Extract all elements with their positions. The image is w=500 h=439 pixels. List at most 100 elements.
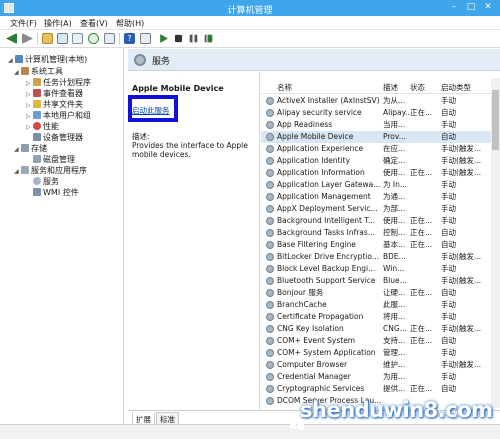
tree-item-services-and-applications[interactable]: ◢ 服务和应用程序 <box>14 165 87 176</box>
chevron-down-icon[interactable]: ◢ <box>8 55 15 66</box>
service-description-cell: 此服... <box>383 300 406 309</box>
service-row[interactable]: ActiveX Installer (AxInstSV) 为从... 手动 <box>261 95 500 107</box>
column-header-status[interactable]: 状态 <box>410 82 425 93</box>
column-header-description[interactable]: 描述 <box>383 82 398 93</box>
tree-item-system-tools[interactable]: ◢ 系统工具 <box>14 66 63 77</box>
service-row[interactable]: Background Tasks Infras... 控制... 正在... 自动 <box>261 227 500 239</box>
tree-item-services[interactable]: 服务 <box>33 176 59 187</box>
service-status-cell: 正在... <box>410 168 433 177</box>
service-row[interactable]: Credential Manager 为用... 手动 <box>261 371 500 383</box>
service-row[interactable]: Application Layer Gatewa... 为 In... 手动 <box>261 179 500 191</box>
help-icon[interactable]: ? <box>124 33 135 44</box>
service-row[interactable]: CNG Key Isolation CNG... 正在... 手动(触发... <box>261 323 500 335</box>
show-hide-tree-icon[interactable] <box>57 33 68 44</box>
service-name-cell: Alipay security service <box>277 108 362 117</box>
service-gear-icon <box>266 373 274 381</box>
tree-item-computer-management[interactable]: ◢ 计算机管理(本地) <box>8 54 87 65</box>
tree-item-performance[interactable]: ▷ 性能 <box>26 121 59 132</box>
service-row[interactable]: Application Information 使用... 正在... 手动(触发..… <box>261 167 500 179</box>
service-row[interactable]: Cryptographic Services 提供... 正在... 自动 <box>261 383 500 395</box>
minimize-button[interactable]: – <box>446 1 462 14</box>
refresh-icon[interactable] <box>88 33 99 44</box>
chevron-down-icon[interactable]: ◢ <box>14 67 21 78</box>
start-service-icon[interactable] <box>160 34 168 43</box>
service-row[interactable]: Bonjour 服务 让硬... 正在... 自动 <box>261 287 500 299</box>
service-row[interactable]: AppX Deployment Servic... 为部... 手动 <box>261 203 500 215</box>
service-description-cell: 将用... <box>383 312 406 321</box>
navigation-tree: ◢ 计算机管理(本地) ◢ 系统工具 ▷ 任务计划程序 ▷ 事件查看器 ▷ 共享文件夹 ▷… <box>4 48 124 428</box>
chevron-down-icon[interactable]: ◢ <box>14 166 21 177</box>
column-header-startup-type[interactable]: 启动类型 <box>441 82 471 93</box>
folder-up-icon[interactable] <box>42 33 53 44</box>
service-description-cell: BDE... <box>383 252 406 261</box>
tree-item-storage[interactable]: ◢ 存储 <box>14 143 47 154</box>
service-row[interactable]: Block Level Backup Engi... Win... 手动 <box>261 263 500 275</box>
toolbar-separator <box>119 33 120 45</box>
service-row[interactable]: Computer Browser 维护... 手动(触发... <box>261 359 500 371</box>
service-row[interactable]: App Readiness 当用... 手动 <box>261 119 500 131</box>
service-gear-icon <box>266 157 274 165</box>
service-row[interactable]: Certificate Propagation 将用... 手动 <box>261 311 500 323</box>
service-gear-icon <box>266 277 274 285</box>
service-row[interactable]: BitLocker Drive Encryptio... BDE... 手动(触发.… <box>261 251 500 263</box>
service-gear-icon <box>266 229 274 237</box>
service-status-cell: 正在... <box>410 324 433 333</box>
tree-item-disk-management[interactable]: 磁盘管理 <box>33 154 75 165</box>
service-row[interactable]: Bluetooth Support Service Blue... 手动(触发... <box>261 275 500 287</box>
menu-view[interactable]: 查看(V) <box>80 18 108 29</box>
service-row[interactable]: BranchCache 此服... 手动 <box>261 299 500 311</box>
service-description-cell: Blue... <box>383 276 407 285</box>
export-icon[interactable] <box>104 33 115 44</box>
stop-service-icon[interactable] <box>174 34 183 43</box>
service-description-cell: 提供... <box>383 384 406 393</box>
chevron-down-icon[interactable]: ◢ <box>14 144 21 155</box>
properties-icon[interactable] <box>72 33 83 44</box>
service-name-cell: Bluetooth Support Service <box>277 276 376 285</box>
menu-file[interactable]: 文件(F) <box>10 18 37 29</box>
service-row[interactable]: Alipay security serviceAlipay...正在...自动 <box>261 107 500 119</box>
service-row[interactable]: Application Management 为通... 手动 <box>261 191 500 203</box>
tree-item-device-manager[interactable]: 设备管理器 <box>33 132 83 143</box>
tree-item-task-scheduler[interactable]: ▷ 任务计划程序 <box>26 77 91 88</box>
service-name-cell: COM+ System Application <box>277 348 376 357</box>
close-button[interactable]: ✕ <box>480 1 496 14</box>
services-list: 名称 描述 状态 启动类型 ActiveX Installer (AxInstS… <box>261 72 500 410</box>
tree-item-local-users-groups[interactable]: ▷ 本地用户和组 <box>26 110 91 121</box>
service-description-cell: 当用... <box>383 120 406 129</box>
forward-icon[interactable] <box>22 33 33 44</box>
back-icon[interactable] <box>6 33 17 44</box>
service-gear-icon <box>266 397 274 405</box>
tree-item-shared-folders[interactable]: ▷ 共享文件夹 <box>26 99 83 110</box>
service-row[interactable]: Application Experience 在应... 手动(触发... <box>261 143 500 155</box>
service-row[interactable]: Background Intelligent T... 使用... 正在... 手动 <box>261 215 500 227</box>
service-name-cell: Application Information <box>277 168 365 177</box>
vertical-scrollbar[interactable] <box>491 78 500 408</box>
users-icon <box>33 111 41 119</box>
service-row[interactable]: COM+ System Application 管理... 手动 <box>261 347 500 359</box>
tree-item-label: 本地用户和组 <box>43 111 91 120</box>
chevron-right-icon[interactable]: ▷ <box>26 122 33 133</box>
service-status-cell: 正在... <box>410 108 433 117</box>
column-header-name[interactable]: 名称 <box>277 82 292 93</box>
service-row[interactable]: Apple Mobile Device Prov... 自动 <box>261 131 500 143</box>
view-icon[interactable] <box>140 33 151 44</box>
service-gear-icon <box>266 97 274 105</box>
tree-item-event-viewer[interactable]: ▷ 事件查看器 <box>26 88 83 99</box>
service-name-cell: ActiveX Installer (AxInstSV) <box>277 96 380 105</box>
restart-service-icon[interactable] <box>204 34 213 43</box>
service-row[interactable]: Base Filtering Engine 基本... 正在... 自动 <box>261 239 500 251</box>
scrollbar-thumb[interactable] <box>492 90 499 150</box>
service-description-cell: 为从... <box>383 96 406 105</box>
start-service-link[interactable]: 启动此服务 <box>132 105 170 116</box>
service-description-cell: 让硬... <box>383 288 406 297</box>
maximize-button[interactable]: □ <box>463 1 479 14</box>
tree-item-wmi-control[interactable]: WMI 控件 <box>33 187 79 198</box>
menu-help[interactable]: 帮助(H) <box>116 18 144 29</box>
service-gear-icon <box>266 349 274 357</box>
menu-action[interactable]: 操作(A) <box>44 18 72 29</box>
service-row[interactable]: COM+ Event System 支持... 正在... 自动 <box>261 335 500 347</box>
service-row[interactable]: Application Identity 确定... 手动(触发... <box>261 155 500 167</box>
service-name-cell: Application Management <box>277 192 371 201</box>
service-name-cell: Credential Manager <box>277 372 351 381</box>
pause-service-icon[interactable] <box>189 34 198 43</box>
